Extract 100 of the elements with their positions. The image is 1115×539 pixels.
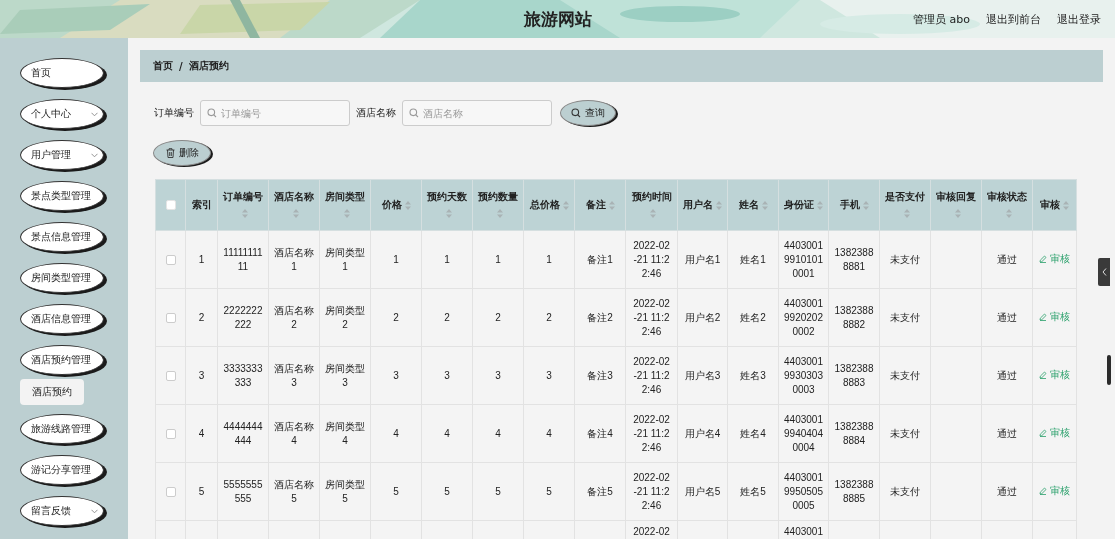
column-header[interactable]: 手机 xyxy=(839,199,860,210)
table-cell: 4444444444 xyxy=(223,420,263,446)
admin-user-label: 管理员 abo xyxy=(913,11,970,27)
table-cell: 2022-02-21 11:22:46 xyxy=(633,413,670,453)
table-cell: 13823888882 xyxy=(834,304,874,330)
sidebar-subitem[interactable]: 酒店预约 xyxy=(20,379,84,405)
column-header[interactable]: 审核回复 xyxy=(936,191,976,202)
sidebar-item[interactable]: 首页 xyxy=(20,58,104,88)
sort-icon[interactable] xyxy=(903,208,910,218)
breadcrumb-item[interactable]: 酒店预约 xyxy=(188,59,229,73)
column-header[interactable]: 酒店名称 xyxy=(274,191,314,202)
table-cell: 5 xyxy=(393,485,399,497)
table-cell: 4 xyxy=(198,427,205,439)
table-cell: 1111111111 xyxy=(223,246,263,272)
column-header[interactable]: 姓名 xyxy=(738,199,759,210)
table-cell: 4 xyxy=(495,427,501,439)
sort-icon[interactable] xyxy=(954,208,961,218)
table-cell: 用户名1 xyxy=(684,253,721,265)
column-header[interactable]: 预约数量 xyxy=(478,191,518,202)
search-field[interactable]: 酒店名称 xyxy=(402,100,552,126)
table-cell: 酒店名称1 xyxy=(274,246,314,272)
site-title: 旅游网站 xyxy=(523,9,592,29)
table-cell: 通过 xyxy=(997,253,1017,265)
column-header[interactable]: 订单编号 xyxy=(223,191,263,202)
row-checkbox[interactable] xyxy=(165,370,176,381)
column-header[interactable]: 审核 xyxy=(1040,199,1060,210)
sidebar-toggle[interactable] xyxy=(1098,258,1110,286)
sort-icon[interactable] xyxy=(445,208,452,218)
sidebar-item[interactable]: 留言反馈 xyxy=(20,496,104,526)
sort-icon[interactable] xyxy=(817,200,823,210)
sort-icon[interactable] xyxy=(716,200,722,210)
sort-icon[interactable] xyxy=(241,208,248,218)
sort-icon[interactable] xyxy=(404,200,411,210)
table-cell: 2022-02 xyxy=(633,526,670,537)
table-cell: 未支付 xyxy=(890,369,920,381)
sort-icon[interactable] xyxy=(562,200,569,210)
table-cell: 2 xyxy=(495,311,501,323)
header-link[interactable]: 退出到前台 xyxy=(986,11,1041,27)
header-link[interactable]: 退出登录 xyxy=(1057,11,1101,27)
sidebar-item[interactable]: 个人中心 xyxy=(20,99,104,129)
column-header[interactable]: 索引 xyxy=(191,199,212,210)
field-label: 订单编号 xyxy=(154,106,194,120)
table-cell: 13823888885 xyxy=(834,478,874,504)
sidebar-item[interactable]: 房间类型管理 xyxy=(20,263,104,293)
sort-icon[interactable] xyxy=(761,200,768,210)
sidebar-item[interactable]: 酒店信息管理 xyxy=(20,304,104,334)
column-header[interactable]: 身份证 xyxy=(784,199,814,210)
sidebar-item[interactable]: 游记分享管理 xyxy=(20,455,104,485)
sidebar-item[interactable]: 景点类型管理 xyxy=(20,181,104,211)
row-checkbox[interactable] xyxy=(165,254,176,265)
sidebar-item[interactable]: 用户管理 xyxy=(20,140,104,170)
sort-icon[interactable] xyxy=(1005,208,1012,218)
row-checkbox[interactable] xyxy=(165,312,176,323)
sort-icon[interactable] xyxy=(650,208,656,218)
search-button[interactable]: 查询 xyxy=(560,100,616,126)
table-cell: 1 xyxy=(393,253,399,265)
sort-icon[interactable] xyxy=(292,208,299,218)
table-cell: 13823888881 xyxy=(834,246,874,272)
table-cell: 2 xyxy=(444,311,450,323)
sort-icon[interactable] xyxy=(608,200,615,210)
table-cell: 2 xyxy=(393,311,399,323)
table-cell: 3 xyxy=(546,369,552,381)
table-cell: 3333333333 xyxy=(223,362,263,388)
table-cell: 2022-02-21 11:22:46 xyxy=(633,239,670,279)
column-header[interactable]: 用户名 xyxy=(683,199,713,210)
sort-icon[interactable] xyxy=(1063,200,1069,210)
table-cell: 440300199101010001 xyxy=(784,239,823,279)
select-all-checkbox[interactable] xyxy=(165,200,176,211)
breadcrumb-item[interactable]: 首页 xyxy=(153,59,173,73)
table-cell: 姓名5 xyxy=(740,485,766,497)
sort-icon[interactable] xyxy=(862,200,869,210)
column-header[interactable]: 是否支付 xyxy=(885,191,925,202)
column-header[interactable]: 审核状态 xyxy=(987,191,1027,202)
column-header[interactable]: 预约时间 xyxy=(631,191,672,202)
chevron-down-icon xyxy=(91,111,98,117)
chevron-down-icon xyxy=(91,152,98,158)
column-header[interactable]: 价格 xyxy=(381,199,402,210)
column-header[interactable]: 备注 xyxy=(585,199,606,210)
edit-icon xyxy=(1039,487,1047,495)
table-cell: 用户名2 xyxy=(684,311,721,323)
sort-icon[interactable] xyxy=(343,208,350,218)
column-header[interactable]: 总价格 xyxy=(529,199,560,210)
column-header[interactable]: 房间类型 xyxy=(325,191,365,202)
sidebar-item[interactable]: 景点信息管理 xyxy=(20,222,104,252)
table-cell: 2022-02-21 11:22:46 xyxy=(633,297,670,337)
table-cell: 姓名1 xyxy=(740,253,766,265)
row-checkbox[interactable] xyxy=(165,428,176,439)
table-cell: 440300199202020002 xyxy=(784,297,823,337)
search-field[interactable]: 订单编号 xyxy=(200,100,350,126)
delete-button[interactable]: 删除 xyxy=(153,140,211,166)
sidebar-item[interactable]: 旅游线路管理 xyxy=(20,414,104,444)
column-header[interactable]: 预约天数 xyxy=(427,191,467,202)
row-checkbox[interactable] xyxy=(165,486,176,497)
sidebar-item[interactable]: 酒店预约管理 xyxy=(20,345,104,375)
scrollbar-thumb[interactable] xyxy=(1107,355,1111,385)
sort-icon[interactable] xyxy=(496,208,503,218)
table-cell: 2 xyxy=(198,311,205,323)
table-cell: 440300199505050005 xyxy=(784,471,823,511)
table-cell: 用户名3 xyxy=(684,369,721,381)
table-cell: 房间类型3 xyxy=(325,362,365,388)
